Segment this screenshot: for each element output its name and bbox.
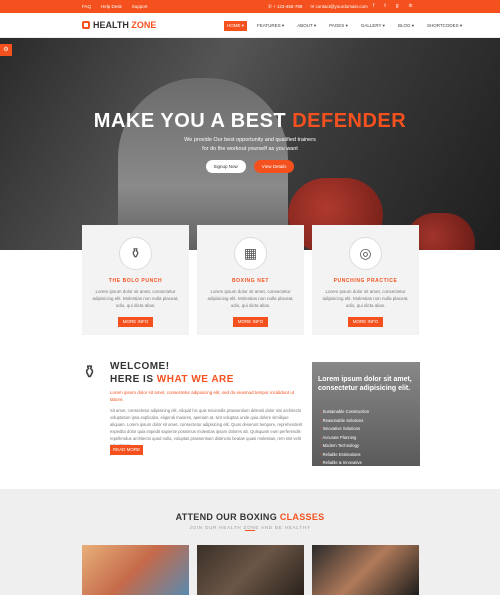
email-address[interactable]: contact@yourdomain.com (315, 4, 367, 9)
logo[interactable]: HEALTH ZONE (82, 20, 156, 30)
welcome-lead: Lorem ipsum dolor sit amet, consectetur … (110, 390, 295, 402)
feature-title: BOXING NET (231, 278, 270, 284)
nav-item-pages[interactable]: PAGES ▾ (326, 21, 351, 31)
feature-card: ◎ PUNCHING PRACTICE Lorem ipsum dolor si… (312, 225, 419, 335)
support-link[interactable]: Support (132, 4, 148, 9)
nav-item-shortcodes[interactable]: SHORTCODES ▾ (424, 21, 465, 31)
faq-link[interactable]: FAQ (82, 4, 91, 9)
feature-title: THE BOLO PUNCH (108, 278, 163, 284)
list-item: Accurate Planning (320, 434, 369, 443)
list-item: Reasonable Solutions (320, 417, 369, 426)
logo-text-health: HEALTH (93, 20, 132, 30)
hero-banner: ⚙ MAKE YOU A BEST DEFENDER We provide Ou… (0, 38, 500, 250)
hero-subtitle-line2: for do the workout yourself as you want (202, 146, 298, 152)
read-more-button[interactable]: READ MORE (110, 445, 143, 455)
twitter-icon[interactable]: t (384, 3, 385, 9)
hero-title-accent: DEFENDER (292, 110, 407, 132)
hero-title: MAKE YOU A BEST DEFENDER (0, 110, 500, 133)
logo-icon (82, 21, 90, 29)
welcome-heading: WELCOME! HERE IS WHAT WE ARE (110, 360, 234, 386)
class-image-sparring[interactable] (312, 545, 419, 595)
more-info-button[interactable]: MORE INFO (348, 317, 383, 327)
class-cards (82, 545, 419, 595)
classes-section: ATTEND OUR BOXING CLASSES JOIN OUR HEALT… (0, 489, 500, 595)
class-image-fitness[interactable] (82, 545, 189, 595)
classes-title-plain: ATTEND OUR BOXING (175, 512, 280, 522)
social-links: f t g in (373, 3, 412, 9)
classes-title-accent: CLASSES (279, 512, 325, 522)
nav-item-about[interactable]: ABOUT ▾ (294, 21, 319, 31)
welcome-heading-plain: HERE IS (110, 374, 157, 385)
logo-text-zone: ZONE (131, 20, 157, 30)
nav-item-home[interactable]: HOME ▾ (224, 21, 248, 31)
welcome-heading-accent: WHAT WE ARE (156, 374, 234, 385)
nav-item-gallery[interactable]: GALLERY ▾ (358, 21, 388, 31)
phone-number: + 123-456-789 (273, 4, 303, 9)
list-item: Reliable & Innovative (320, 459, 369, 468)
contact-info: ✆ + 123-456-789 ✉ contact@yourdomain.com (268, 4, 368, 10)
hero-subtitle-line1: We provide Our best opportunity and qual… (184, 137, 316, 143)
promo-list: Sustainable Construction Reasonable Solu… (320, 408, 369, 468)
settings-toggle-icon[interactable]: ⚙ (0, 44, 12, 56)
hero-buttons: Signup Now View Details (0, 160, 500, 173)
feature-title: PUNCHING PRACTICE (333, 278, 398, 284)
water-bottle-icon: ⚱ (82, 362, 98, 382)
email-text[interactable]: ✉ contact@yourdomain.com (310, 4, 367, 10)
promo-box: Lorem ipsum dolor sit amet, consectetur … (312, 362, 420, 466)
nav-item-blog[interactable]: BLOG ▾ (395, 21, 417, 31)
view-details-button[interactable]: View Details (253, 160, 295, 173)
feature-text: Lorem ipsum dolor sit amet, consectetur … (207, 289, 294, 308)
list-item: Modern Technology (320, 442, 369, 451)
feature-text: Lorem ipsum dolor sit amet, consectetur … (322, 289, 409, 308)
list-item: Sustainable Construction (320, 408, 370, 417)
welcome-heading-line2: HERE IS WHAT WE ARE (110, 373, 234, 386)
top-links: FAQ Help Desk Support (82, 4, 148, 9)
promo-title: Lorem ipsum dolor sit amet, consectetur … (318, 376, 412, 392)
feature-text: Lorem ipsum dolor sit amet, consectetur … (92, 289, 179, 308)
title-underline (245, 530, 255, 531)
nav-item-features[interactable]: FEATURES ▾ (254, 21, 287, 31)
boxing-gloves-icon: ◎ (349, 237, 382, 270)
feature-card: ⚱ THE BOLO PUNCH Lorem ipsum dolor sit a… (82, 225, 189, 335)
main-header: HEALTH ZONE HOME ▾ FEATURES ▾ ABOUT ▾ PA… (0, 13, 500, 38)
hero-title-main: MAKE YOU A BEST (93, 110, 293, 132)
feature-cards: ⚱ THE BOLO PUNCH Lorem ipsum dolor sit a… (82, 225, 420, 335)
welcome-body: Sit amet, consectetur adipisicing elit. … (110, 408, 303, 448)
boxing-net-icon: ▦ (234, 237, 267, 270)
linkedin-icon[interactable]: in (409, 3, 413, 9)
class-image-kick[interactable] (197, 545, 304, 595)
feature-card: ▦ BOXING NET Lorem ipsum dolor sit amet,… (197, 225, 304, 335)
logo-text: HEALTH ZONE (93, 20, 156, 30)
facebook-icon[interactable]: f (373, 3, 374, 9)
signup-button[interactable]: Signup Now (205, 160, 246, 173)
phone-text: ✆ + 123-456-789 (268, 4, 303, 9)
bottle-icon: ⚱ (119, 237, 152, 270)
list-item: Innovative Solutions (320, 425, 369, 434)
more-info-button[interactable]: MORE INFO (118, 317, 153, 327)
more-info-button[interactable]: MORE INFO (233, 317, 268, 327)
list-item: Reliable Estimations (320, 451, 369, 460)
hero-subtitle: We provide Our best opportunity and qual… (0, 136, 500, 154)
help-desk-link[interactable]: Help Desk (101, 4, 122, 9)
top-bar: FAQ Help Desk Support ✆ + 123-456-789 ✉ … (0, 0, 500, 13)
main-nav: HOME ▾ FEATURES ▾ ABOUT ▾ PAGES ▾ GALLER… (224, 21, 465, 31)
classes-title: ATTEND OUR BOXING CLASSES (0, 512, 500, 522)
welcome-heading-line1: WELCOME! (110, 361, 170, 372)
google-plus-icon[interactable]: g (396, 3, 399, 9)
